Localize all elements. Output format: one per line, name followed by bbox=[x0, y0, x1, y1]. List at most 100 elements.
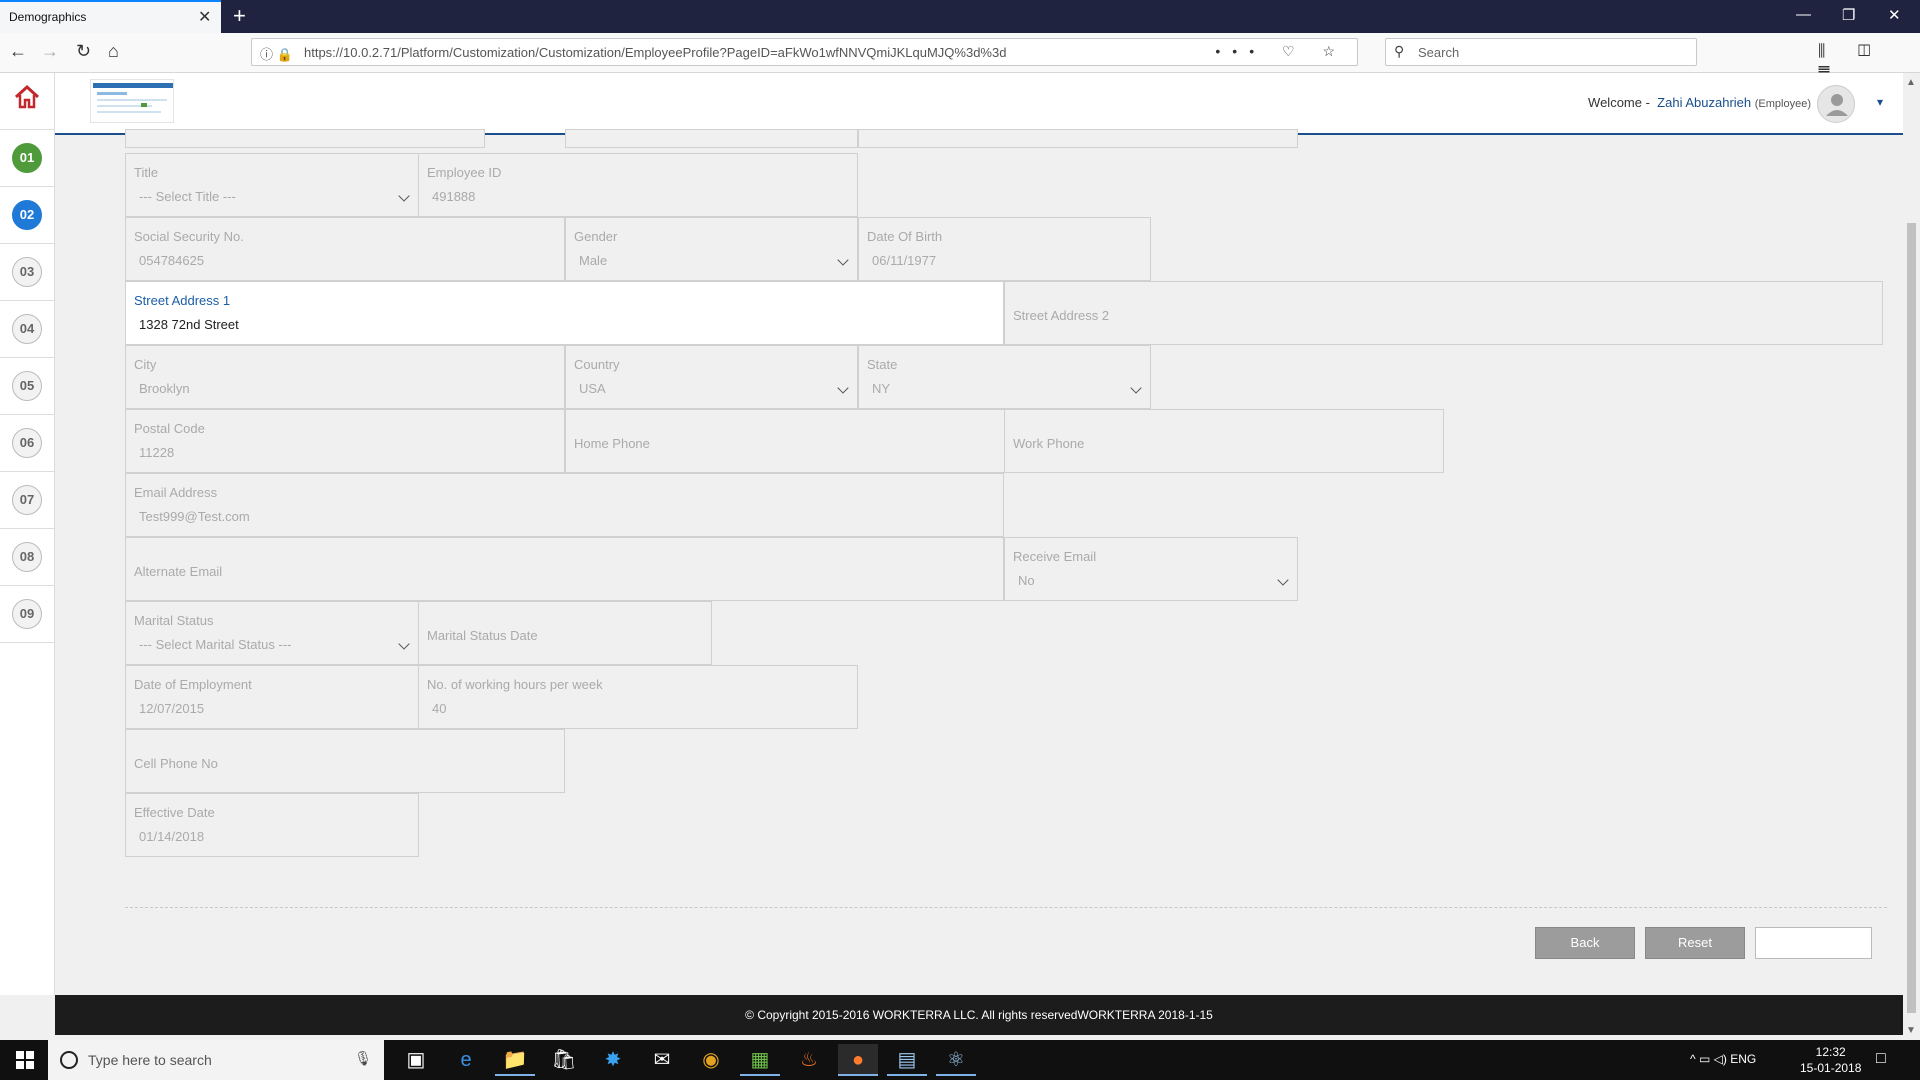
clock-time: 12:32 bbox=[1815, 1045, 1846, 1059]
step-sidebar: 01 02 03 04 05 06 07 08 09 bbox=[0, 73, 55, 995]
app-flame-icon[interactable]: ♨ bbox=[789, 1044, 829, 1076]
next-button[interactable] bbox=[1755, 927, 1872, 959]
city-field[interactable]: City Brooklyn bbox=[125, 345, 565, 409]
reset-button[interactable]: Reset bbox=[1645, 927, 1745, 959]
email-field[interactable]: Email Address Test999@Test.com bbox=[125, 473, 1004, 537]
partial-field bbox=[565, 129, 858, 148]
cortana-icon bbox=[60, 1051, 78, 1069]
field-value: --- Select Marital Status --- bbox=[139, 637, 292, 652]
store-icon[interactable]: 🛍 bbox=[544, 1044, 584, 1076]
field-value: 06/11/1977 bbox=[872, 253, 937, 268]
copyright-text: © Copyright 2015-2016 WORKTERRA LLC. All… bbox=[745, 1008, 1213, 1022]
field-value: 491888 bbox=[432, 189, 476, 204]
sidebar-step-04[interactable]: 04 bbox=[0, 301, 55, 358]
sidebar-step-05[interactable]: 05 bbox=[0, 358, 55, 415]
sidebar-step-09[interactable]: 09 bbox=[0, 586, 55, 643]
page-actions-icon[interactable]: ••• ♡ ☆ bbox=[1215, 43, 1347, 60]
country-select[interactable]: Country USA bbox=[565, 345, 858, 409]
street-address-2-field[interactable]: Street Address 2 bbox=[1004, 281, 1883, 345]
file-explorer-icon[interactable]: 📁 bbox=[495, 1044, 535, 1076]
field-value: Male bbox=[579, 253, 608, 268]
cell-phone-field[interactable]: Cell Phone No bbox=[125, 729, 565, 793]
field-label: Social Security No. bbox=[134, 229, 244, 244]
browser-search-input[interactable]: ⚲ Search bbox=[1385, 38, 1697, 66]
gender-select[interactable]: Gender Male bbox=[565, 217, 858, 281]
browser-tab[interactable]: Demographics ✕ bbox=[0, 0, 221, 33]
company-logo[interactable] bbox=[90, 79, 174, 123]
lock-icon[interactable]: ⓘ 🔒 bbox=[260, 44, 293, 63]
step-number: 08 bbox=[12, 542, 42, 572]
alternate-email-field[interactable]: Alternate Email bbox=[125, 537, 1004, 601]
tab-close-icon[interactable]: ✕ bbox=[198, 7, 211, 27]
field-label: Date of Employment bbox=[134, 677, 252, 692]
employee-id-field[interactable]: Employee ID 491888 bbox=[418, 153, 858, 217]
sidebar-home[interactable] bbox=[0, 73, 55, 130]
close-window-icon[interactable]: ✕ bbox=[1888, 6, 1901, 24]
dob-field[interactable]: Date Of Birth 06/11/1977 bbox=[858, 217, 1151, 281]
back-button[interactable]: Back bbox=[1535, 927, 1635, 959]
field-label: Marital Status bbox=[134, 613, 214, 628]
edge-icon[interactable]: e bbox=[446, 1044, 486, 1076]
field-label: Country bbox=[574, 357, 620, 372]
postal-code-field[interactable]: Postal Code 11228 bbox=[125, 409, 565, 473]
windows-start-icon[interactable] bbox=[16, 1051, 34, 1069]
url-bar[interactable]: ⓘ 🔒 https://10.0.2.71/Platform/Customiza… bbox=[251, 38, 1358, 66]
new-tab-icon[interactable]: + bbox=[233, 3, 246, 29]
state-select[interactable]: State NY bbox=[858, 345, 1151, 409]
forward-arrow-icon[interactable]: → bbox=[41, 41, 59, 62]
chrome-icon[interactable]: ◉ bbox=[691, 1044, 731, 1076]
chevron-down-icon bbox=[398, 190, 410, 202]
minimize-icon[interactable]: — bbox=[1796, 6, 1811, 23]
notepad-icon[interactable]: ▤ bbox=[887, 1044, 927, 1076]
effective-date-field[interactable]: Effective Date 01/14/2018 bbox=[125, 793, 419, 857]
windows-taskbar: Type here to search 🎙 ▣ e 📁 🛍 ✸ ✉ ◉ ▦ ♨ … bbox=[0, 1040, 1920, 1080]
sidebar-step-03[interactable]: 03 bbox=[0, 244, 55, 301]
taskbar-search-input[interactable]: Type here to search 🎙 bbox=[48, 1040, 384, 1080]
restore-icon[interactable]: ❐ bbox=[1842, 6, 1855, 24]
paint-icon[interactable]: ⚛ bbox=[936, 1044, 976, 1076]
microphone-icon[interactable]: 🎙 bbox=[354, 1050, 372, 1067]
firefox-icon[interactable]: ● bbox=[838, 1044, 878, 1076]
street-address-1-field[interactable]: Street Address 1 1328 72nd Street bbox=[125, 281, 1004, 345]
scroll-thumb[interactable] bbox=[1907, 223, 1916, 1013]
task-view-icon[interactable]: ▣ bbox=[396, 1044, 436, 1076]
notifications-icon[interactable]: □ bbox=[1876, 1050, 1886, 1068]
page-scrollbar[interactable]: ▲ ▼ bbox=[1903, 73, 1920, 1045]
scroll-down-icon[interactable]: ▼ bbox=[1906, 1025, 1916, 1036]
sidebar-step-02[interactable]: 02 bbox=[0, 187, 55, 244]
tab-title: Demographics bbox=[9, 10, 87, 24]
sidebar-step-08[interactable]: 08 bbox=[0, 529, 55, 586]
sidebar-step-06[interactable]: 06 bbox=[0, 415, 55, 472]
home-browser-icon[interactable]: ⌂ bbox=[108, 41, 119, 62]
field-value: 11228 bbox=[139, 445, 175, 460]
marital-status-date-field[interactable]: Marital Status Date bbox=[418, 601, 712, 665]
scroll-up-icon[interactable]: ▲ bbox=[1906, 77, 1916, 88]
receive-email-select[interactable]: Receive Email No bbox=[1004, 537, 1298, 601]
system-tray[interactable]: ^ ▭ ◁) ENG bbox=[1690, 1052, 1756, 1066]
employment-date-field[interactable]: Date of Employment 12/07/2015 bbox=[125, 665, 419, 729]
reload-icon[interactable]: ↻ bbox=[76, 41, 91, 62]
home-icon[interactable] bbox=[13, 83, 41, 111]
field-label: Email Address bbox=[134, 485, 218, 500]
sidebar-step-07[interactable]: 07 bbox=[0, 472, 55, 529]
chevron-down-icon[interactable]: ▾ bbox=[1877, 95, 1883, 109]
working-hours-field[interactable]: No. of working hours per week 40 bbox=[418, 665, 858, 729]
field-label: Home Phone bbox=[574, 436, 650, 451]
divider bbox=[125, 907, 1887, 908]
field-label: Work Phone bbox=[1013, 436, 1085, 451]
mail-icon[interactable]: ✉ bbox=[642, 1044, 682, 1076]
spreadsheet-icon[interactable]: ▦ bbox=[740, 1044, 780, 1076]
back-arrow-icon[interactable]: ← bbox=[9, 41, 27, 62]
avatar[interactable] bbox=[1817, 85, 1855, 123]
url-text[interactable]: https://10.0.2.71/Platform/Customization… bbox=[304, 45, 1006, 60]
safari-icon[interactable]: ✸ bbox=[593, 1044, 633, 1076]
field-label: Street Address 1 bbox=[134, 293, 231, 308]
ssn-field[interactable]: Social Security No. 054784625 bbox=[125, 217, 565, 281]
sidebar-step-01[interactable]: 01 bbox=[0, 130, 55, 187]
marital-status-select[interactable]: Marital Status --- Select Marital Status… bbox=[125, 601, 419, 665]
work-phone-field[interactable]: Work Phone bbox=[1004, 409, 1444, 473]
page-footer: © Copyright 2015-2016 WORKTERRA LLC. All… bbox=[55, 995, 1903, 1035]
title-select[interactable]: Title --- Select Title --- bbox=[125, 153, 419, 217]
clock[interactable]: 12:32 15-01-2018 bbox=[1800, 1044, 1861, 1076]
home-phone-field[interactable]: Home Phone bbox=[565, 409, 1005, 473]
